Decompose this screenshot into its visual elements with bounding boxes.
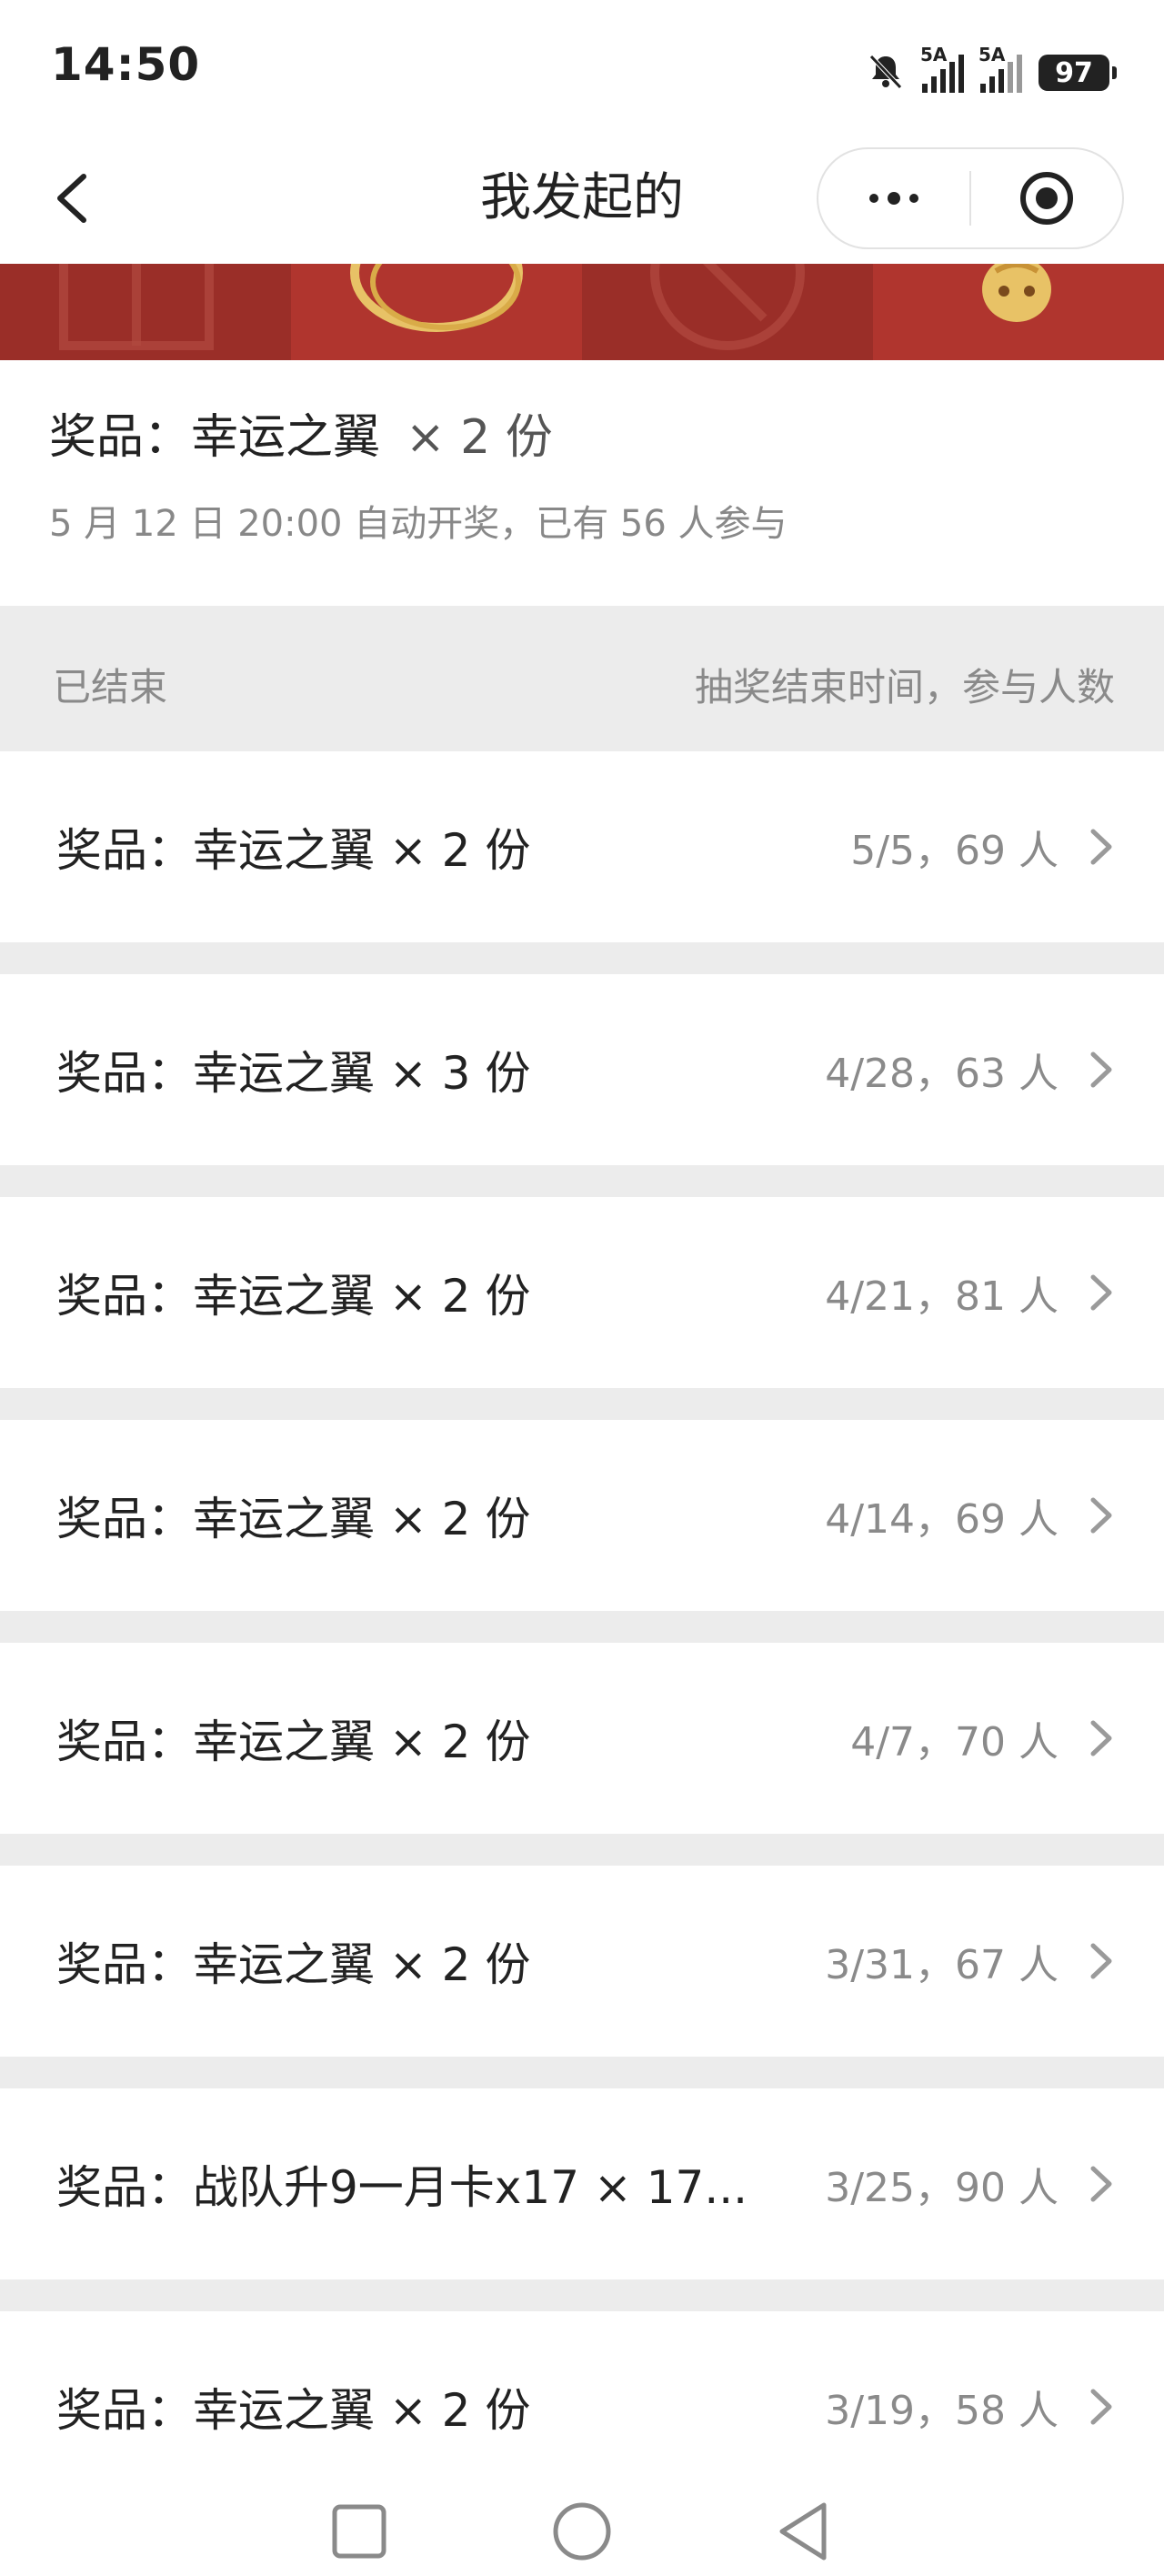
row-meta: 3/31，67 人 — [825, 1942, 1059, 1988]
row-meta: 3/19，58 人 — [825, 2388, 1059, 2434]
row-prize: 奖品：幸运之翼 × 3 份 — [56, 1047, 531, 1100]
bell-muted-icon — [866, 51, 906, 95]
section-title: 已结束 — [53, 665, 168, 709]
chevron-right-icon — [1090, 1720, 1112, 1756]
list-item[interactable]: 奖品：战队升9一月卡x17 × 17... 3/25，90 人 — [0, 2088, 1164, 2279]
status-bar: 14:50 5A 5A 97 — [0, 0, 1164, 146]
status-icons: 5A 5A 97 — [866, 44, 1117, 100]
home-icon[interactable] — [550, 2500, 614, 2563]
row-meta: 5/5，69 人 — [850, 828, 1059, 874]
chevron-right-icon — [1090, 1052, 1112, 1088]
ended-lottery-list: 奖品：幸运之翼 × 2 份 5/5，69 人 奖品：幸运之翼 × 3 份 4/2… — [0, 751, 1164, 2534]
chevron-right-icon — [1090, 1943, 1112, 1979]
chevron-right-icon — [1090, 1274, 1112, 1311]
more-icon[interactable] — [818, 149, 969, 247]
row-prize: 奖品：幸运之翼 × 2 份 — [56, 1270, 531, 1323]
row-meta: 4/28，63 人 — [825, 1051, 1059, 1097]
ended-section-header: 已结束 抽奖结束时间，参与人数 — [0, 606, 1164, 751]
chevron-right-icon — [1090, 2166, 1112, 2202]
list-item[interactable]: 奖品：幸运之翼 × 2 份 4/14，69 人 — [0, 1420, 1164, 1611]
row-prize: 奖品：幸运之翼 × 2 份 — [56, 2384, 531, 2437]
row-prize: 奖品：幸运之翼 × 2 份 — [56, 824, 531, 877]
banner-tile-4 — [873, 264, 1164, 360]
row-prize: 奖品：战队升9一月卡x17 × 17... — [56, 2161, 748, 2214]
list-item[interactable]: 奖品：幸运之翼 × 2 份 4/21，81 人 — [0, 1197, 1164, 1388]
section-columns-hint: 抽奖结束时间，参与人数 — [694, 665, 1115, 709]
signal-icon: 5A — [920, 44, 964, 93]
list-item[interactable]: 奖品：幸运之翼 × 2 份 3/31，67 人 — [0, 1866, 1164, 2057]
row-prize: 奖品：幸运之翼 × 2 份 — [56, 1716, 531, 1768]
row-meta: 4/14，69 人 — [825, 1496, 1059, 1543]
banner-tile-1 — [0, 264, 291, 360]
status-time: 14:50 — [51, 38, 201, 91]
chevron-right-icon — [1090, 829, 1112, 865]
chevron-right-icon — [1090, 1497, 1112, 1534]
list-item[interactable]: 奖品：幸运之翼 × 2 份 4/7，70 人 — [0, 1643, 1164, 1834]
list-item[interactable]: 奖品：幸运之翼 × 2 份 3/19，58 人 — [0, 2311, 1164, 2502]
row-meta: 3/25，90 人 — [825, 2165, 1059, 2211]
back-nav-icon[interactable] — [773, 2500, 837, 2563]
chevron-right-icon — [1090, 2389, 1112, 2425]
nav-bar: 我发起的 — [0, 146, 1164, 264]
row-prize: 奖品：幸运之翼 × 2 份 — [56, 1938, 531, 1991]
banner-tile-3 — [582, 264, 873, 360]
current-prize-quantity: × 2 份 — [406, 410, 553, 465]
current-prize-label: 奖品：幸运之翼 — [49, 410, 381, 465]
current-prize: 奖品：幸运之翼 × 2 份 — [49, 406, 553, 469]
banner-tile-2 — [291, 264, 582, 360]
signal-label-2: 5A — [978, 44, 1006, 65]
row-meta: 4/21，81 人 — [825, 1273, 1059, 1320]
row-prize: 奖品：幸运之翼 × 2 份 — [56, 1493, 531, 1545]
list-item[interactable]: 奖品：幸运之翼 × 3 份 4/28，63 人 — [0, 974, 1164, 1165]
row-meta: 4/7，70 人 — [850, 1719, 1059, 1766]
battery-icon: 97 — [1039, 55, 1117, 91]
signal-icon-2: 5A — [978, 44, 1022, 93]
recent-apps-icon[interactable] — [327, 2500, 391, 2563]
signal-label: 5A — [920, 44, 948, 65]
current-lottery-card[interactable]: 奖品：幸运之翼 × 2 份 5 月 12 日 20:00 自动开奖，已有 56 人… — [0, 360, 1164, 606]
banner-image — [0, 264, 1164, 360]
miniprogram-capsule — [817, 147, 1124, 249]
close-miniprogram-icon[interactable] — [971, 149, 1122, 247]
current-lottery-subtitle: 5 月 12 日 20:00 自动开奖，已有 56 人参与 — [49, 503, 788, 545]
list-item[interactable]: 奖品：幸运之翼 × 2 份 5/5，69 人 — [0, 751, 1164, 942]
system-nav-bar — [0, 2478, 1164, 2576]
